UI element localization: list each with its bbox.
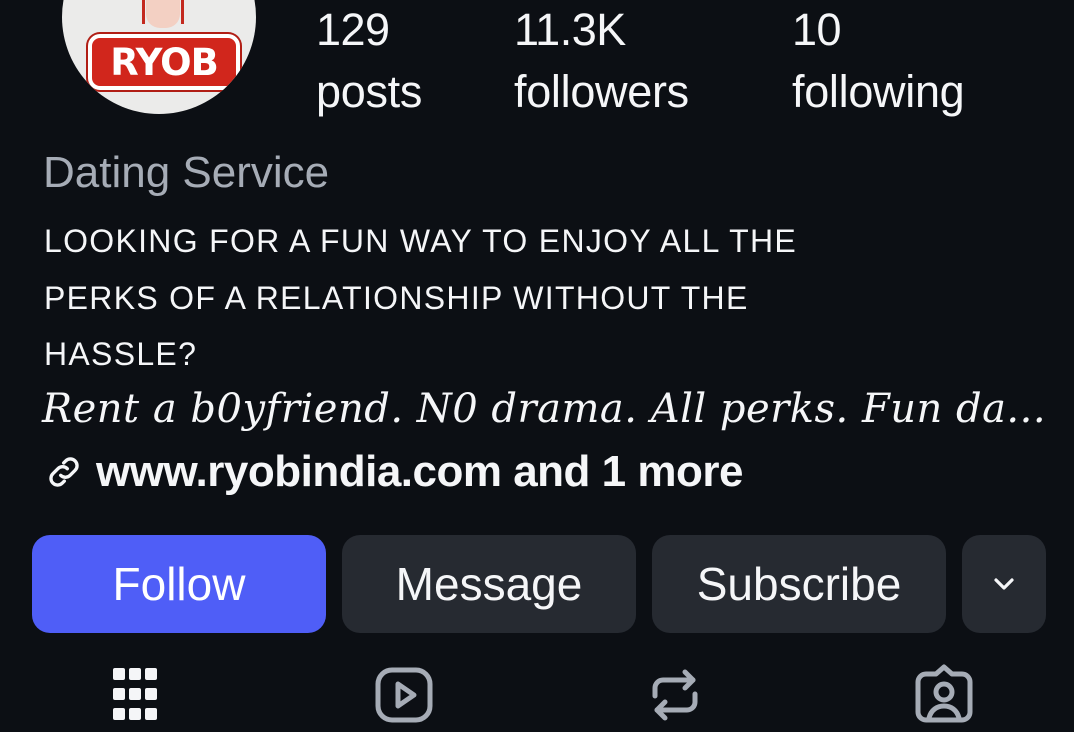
- following-count: 10: [792, 4, 842, 55]
- bio-line: HASSLE?: [44, 336, 198, 372]
- chevron-down-icon: [994, 578, 1014, 590]
- follow-button[interactable]: Follow: [32, 535, 326, 633]
- posts-label: posts: [316, 66, 423, 117]
- followers-label: followers: [514, 66, 689, 117]
- tab-reels[interactable]: [372, 664, 436, 732]
- tab-reposts[interactable]: [643, 664, 707, 732]
- link-icon: [49, 457, 79, 487]
- bio-line: PERKS OF A RELATIONSHIP WITHOUT THE: [44, 280, 749, 316]
- tagged-icon: [915, 664, 973, 723]
- repost-icon: [652, 669, 698, 721]
- bio-script-line[interactable]: Rent a b0yfriend. N0 drama. All perks. F…: [42, 386, 1046, 432]
- subscribe-button[interactable]: Subscribe: [652, 535, 946, 633]
- following-label: following: [792, 66, 965, 117]
- suggested-accounts-button[interactable]: [962, 535, 1046, 633]
- followers-count: 11.3K: [514, 4, 626, 55]
- message-button[interactable]: Message: [342, 535, 636, 633]
- grid-icon: [113, 668, 157, 720]
- bio-line: LOOKING FOR A FUN WAY TO ENJOY ALL THE: [44, 223, 798, 259]
- tab-tagged[interactable]: [912, 664, 976, 732]
- reels-icon: [375, 667, 433, 723]
- avatar-figure: [142, 0, 184, 28]
- tab-posts-grid[interactable]: [103, 664, 167, 732]
- profile-avatar[interactable]: RYOB: [62, 0, 256, 114]
- profile-link[interactable]: www.ryobindia.com and 1 more: [44, 446, 743, 498]
- ryob-logo: RYOB: [88, 34, 240, 90]
- profile-category: Dating Service: [43, 148, 330, 197]
- posts-count: 129: [316, 4, 390, 55]
- profile-link-text[interactable]: www.ryobindia.com and 1 more: [96, 447, 743, 497]
